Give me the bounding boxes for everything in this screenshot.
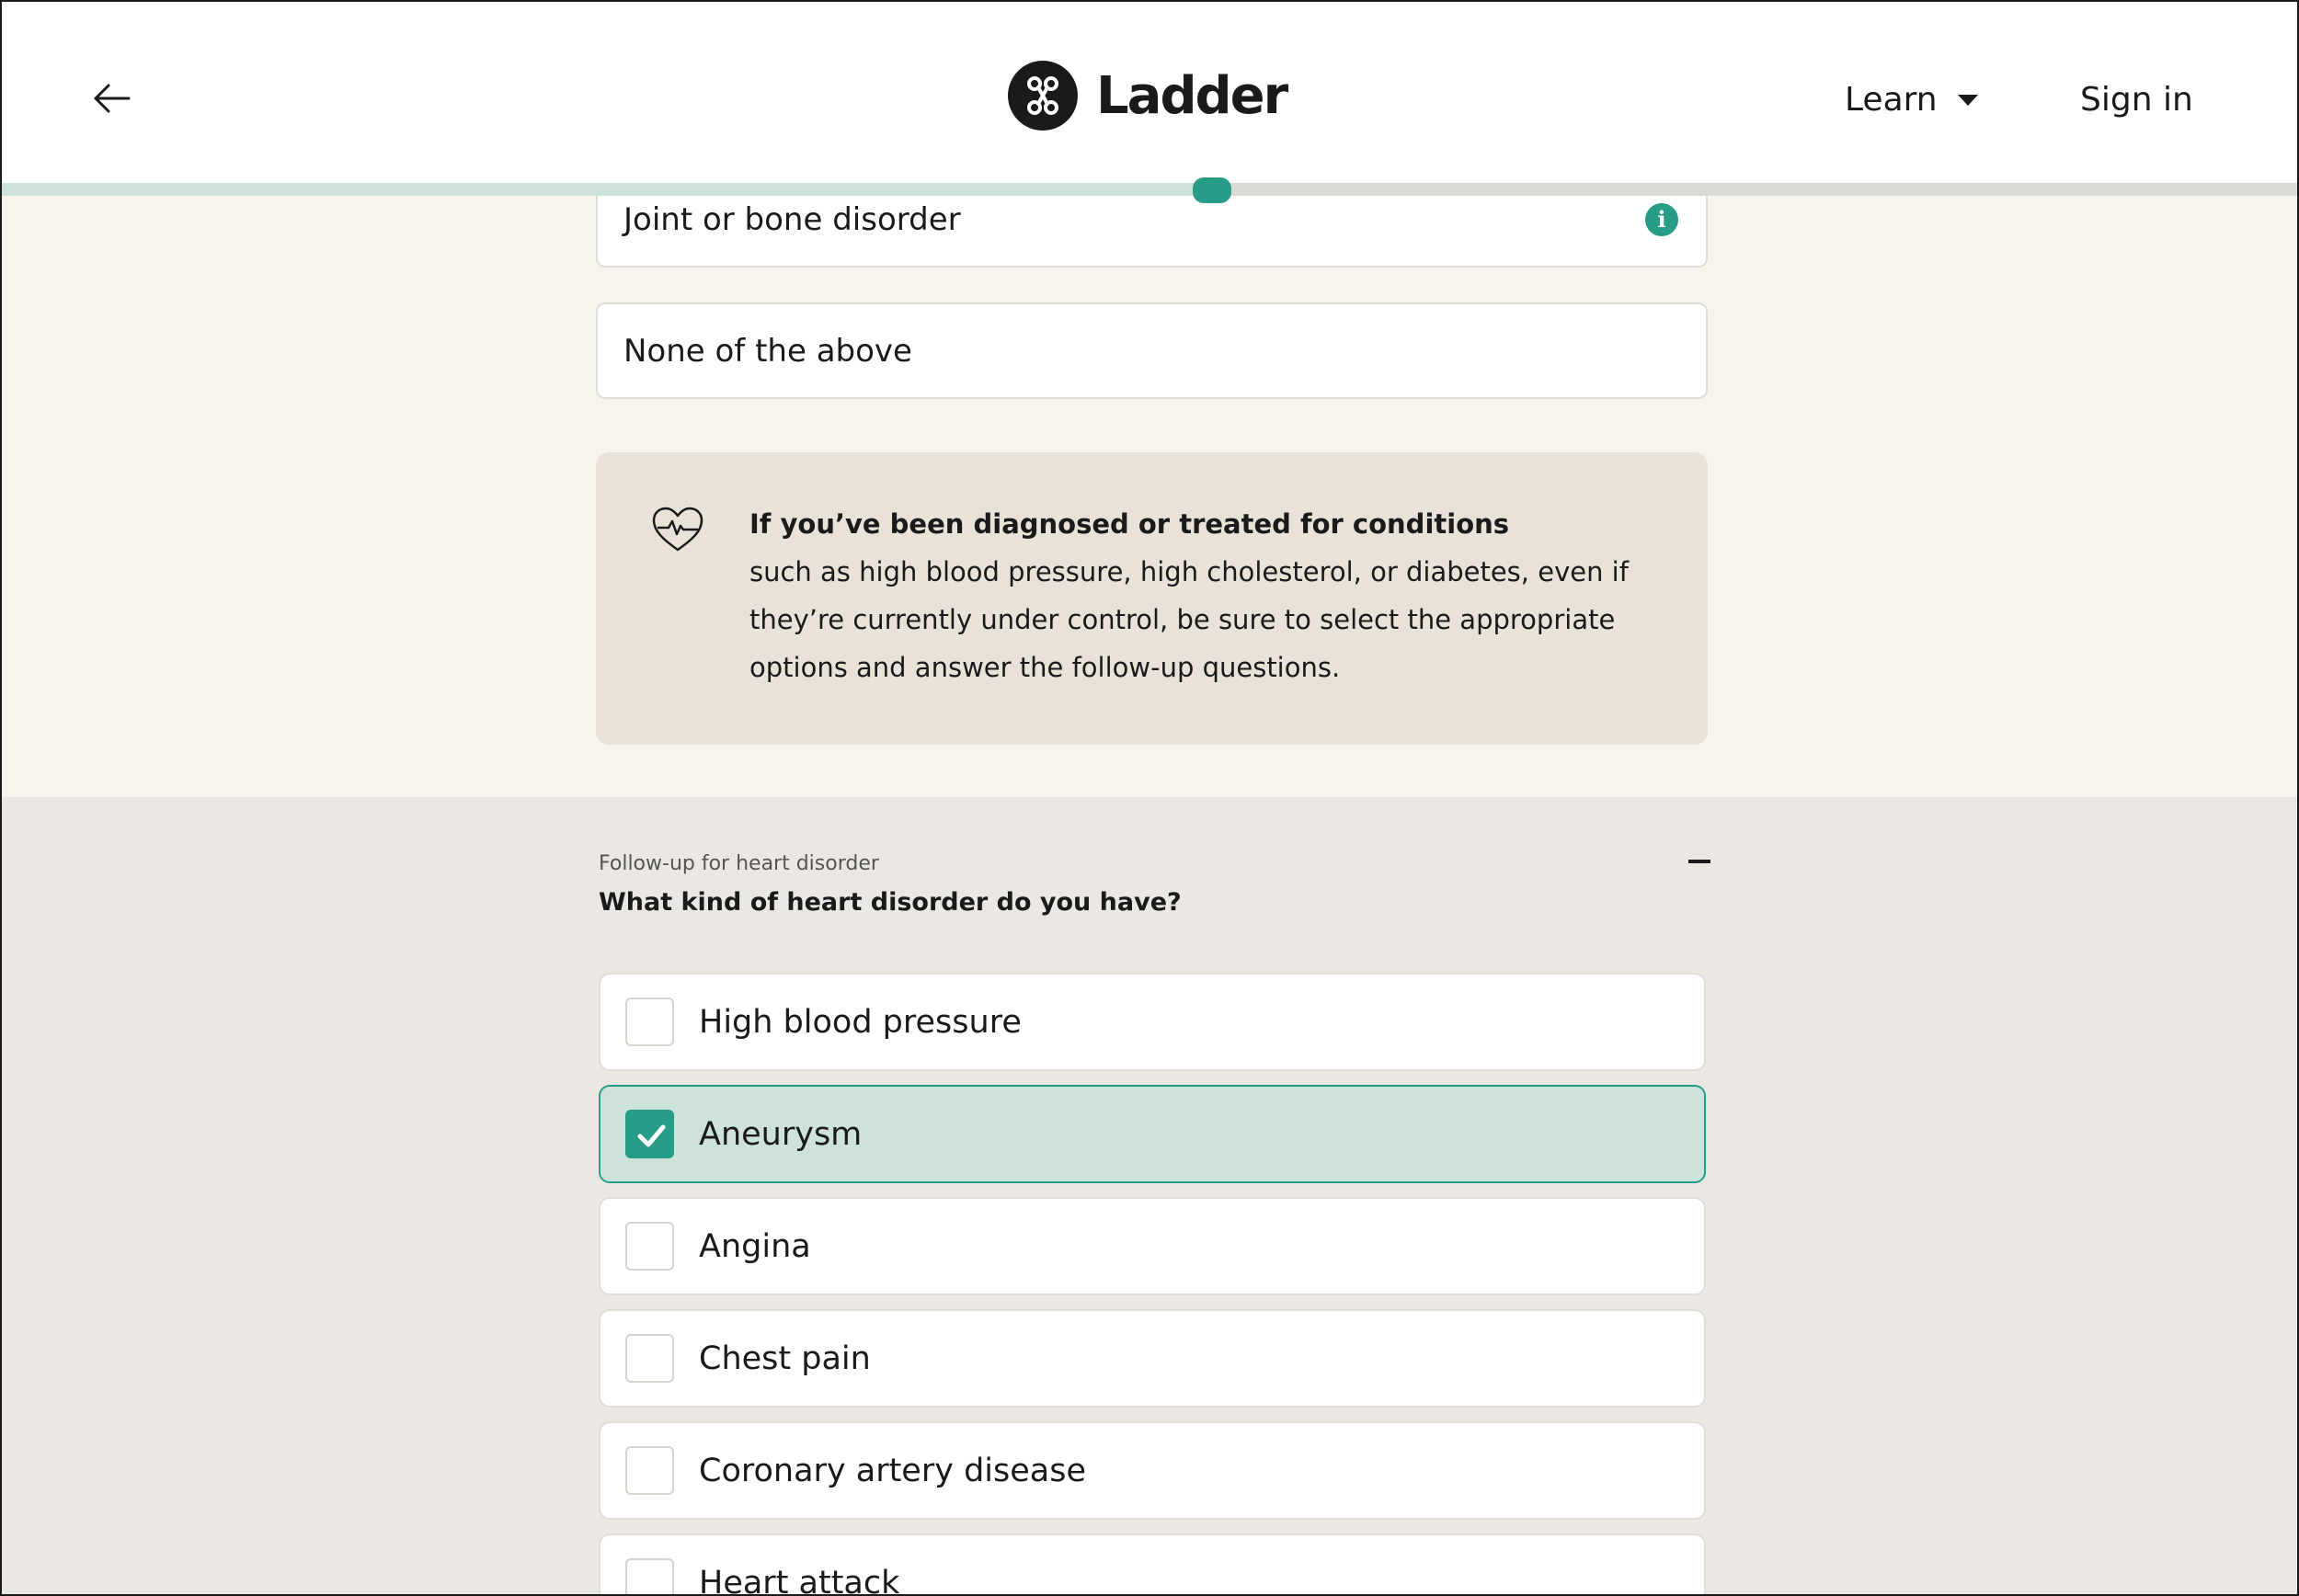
- learn-menu[interactable]: Learn: [1845, 81, 1978, 119]
- conditions-notice: If you’ve been diagnosed or treated for …: [596, 452, 1708, 745]
- choice-chest-pain[interactable]: Chest pain: [599, 1309, 1706, 1408]
- choice-high-blood-pressure[interactable]: High blood pressure: [599, 973, 1706, 1071]
- choice-aneurysm[interactable]: Aneurysm: [599, 1085, 1706, 1183]
- sign-in-link[interactable]: Sign in: [2080, 81, 2193, 119]
- choice-label: Heart attack: [699, 1564, 900, 1596]
- checkbox[interactable]: [625, 998, 674, 1046]
- choice-angina[interactable]: Angina: [599, 1197, 1706, 1295]
- checkbox[interactable]: [625, 1222, 674, 1271]
- choice-label: Chest pain: [699, 1340, 871, 1377]
- heart-pulse-icon: [651, 506, 704, 553]
- choice-label: Angina: [699, 1227, 811, 1265]
- choice-label: Coronary artery disease: [699, 1452, 1086, 1489]
- collapse-minus-icon[interactable]: [1688, 850, 1710, 872]
- checkbox[interactable]: [625, 1334, 674, 1383]
- progress-knob: [1192, 177, 1231, 203]
- caret-down-icon: [1957, 94, 1978, 106]
- brand-logo[interactable]: Ladder: [1008, 61, 1288, 131]
- condition-option-label: Joint or bone disorder: [623, 200, 961, 238]
- brand-name: Ladder: [1096, 65, 1288, 126]
- learn-menu-label: Learn: [1845, 81, 1938, 119]
- back-arrow-icon[interactable]: [92, 77, 134, 120]
- ladder-logo-icon: [1008, 61, 1078, 131]
- checkbox[interactable]: [625, 1558, 674, 1596]
- info-icon[interactable]: i: [1645, 202, 1678, 236]
- choice-label: High blood pressure: [699, 1003, 1022, 1041]
- followup-label: Follow-up for heart disorder: [599, 852, 879, 875]
- notice-title: If you’ve been diagnosed or treated for …: [749, 508, 1510, 540]
- condition-option-label: None of the above: [623, 332, 912, 370]
- progress-bar: [0, 177, 2299, 203]
- checkbox[interactable]: [625, 1110, 674, 1158]
- notice-body: such as high blood pressure, high choles…: [749, 556, 1629, 683]
- checkbox[interactable]: [625, 1446, 674, 1495]
- checkmark-icon: [637, 1124, 666, 1147]
- followup-question: What kind of heart disorder do you have?: [599, 888, 1182, 917]
- choice-coronary-artery-disease[interactable]: Coronary artery disease: [599, 1421, 1706, 1520]
- condition-option-none[interactable]: None of the above: [596, 302, 1708, 399]
- progress-fill: [0, 183, 1212, 196]
- choice-label: Aneurysm: [699, 1115, 863, 1153]
- notice-text: If you’ve been diagnosed or treated for …: [749, 500, 1651, 691]
- site-header: Ladder Learn Sign in: [0, 0, 2299, 184]
- choice-heart-attack[interactable]: Heart attack: [599, 1533, 1706, 1596]
